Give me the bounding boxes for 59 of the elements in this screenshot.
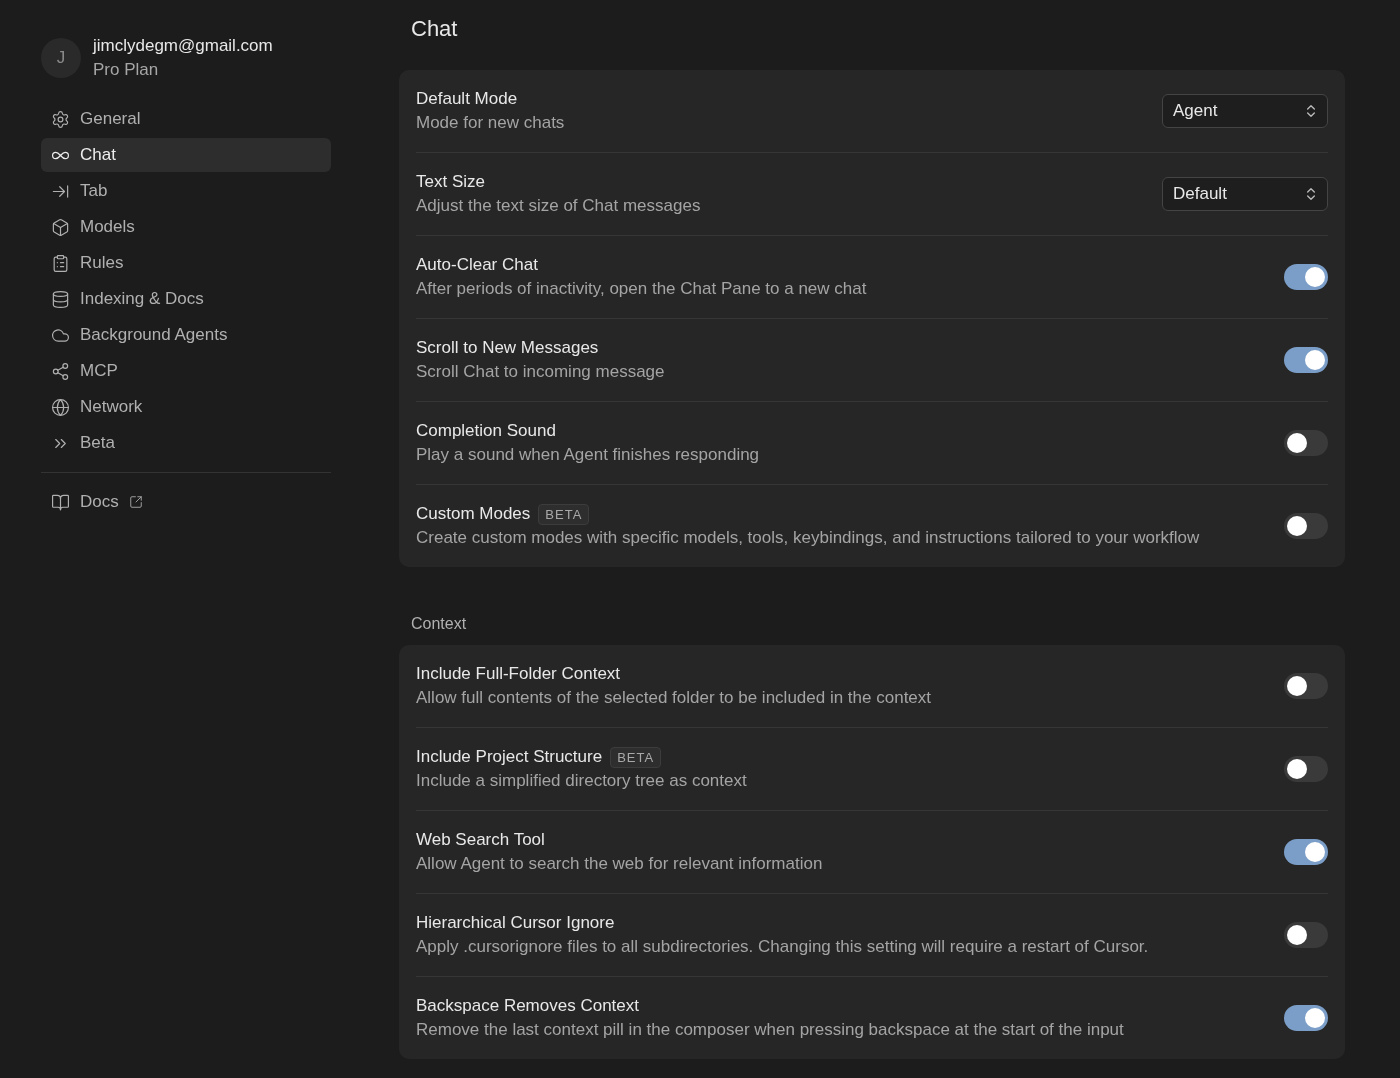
toggle-switch[interactable] [1284, 922, 1328, 948]
plan-label: Pro Plan [93, 59, 160, 81]
setting-title: Text Size [416, 171, 485, 193]
setting-title: Scroll to New Messages [416, 337, 599, 359]
cube-icon [51, 217, 70, 237]
select-dropdown[interactable]: Default [1162, 177, 1328, 211]
sidebar-item[interactable]: Rules [41, 246, 331, 280]
toggle-switch[interactable] [1284, 839, 1328, 865]
setting-title: Include Project Structure [416, 746, 603, 768]
setting-description: Play a sound when Agent finishes responding [416, 444, 761, 466]
select-dropdown[interactable]: Agent [1162, 94, 1328, 128]
beta-badge: BETA [538, 503, 590, 525]
sidebar-item[interactable]: Network [41, 390, 331, 424]
docs-link[interactable]: Docs [41, 485, 331, 519]
sidebar-item[interactable]: MCP [41, 354, 331, 388]
toggle-switch[interactable] [1284, 1005, 1328, 1031]
avatar: J [41, 38, 81, 78]
setting-title: Default Mode [416, 88, 518, 110]
setting-description: Allow full contents of the selected folder to be included in the context [416, 687, 933, 709]
database-icon [51, 289, 70, 309]
setting-title: Web Search Tool [416, 829, 545, 851]
clipboard-icon [51, 253, 70, 273]
sidebar-item[interactable]: Models [41, 210, 331, 244]
setting-description: Create custom modes with specific models, tools, keybindings, and instructions tailored to your workflow [416, 527, 1201, 549]
sidebar-item[interactable]: Chat [41, 138, 331, 172]
setting-description: Adjust the text size of Chat messages [416, 195, 702, 217]
gear-icon [51, 109, 70, 129]
globe-icon [51, 397, 70, 417]
toggle-switch[interactable] [1284, 513, 1328, 539]
external-link-icon [128, 495, 143, 509]
toggle-switch[interactable] [1284, 264, 1328, 290]
sidebar-item[interactable]: Beta [41, 426, 331, 460]
sidebar-item[interactable]: Tab [41, 174, 331, 208]
setting-description: After periods of inactivity, open the Chat Pane to a new chat [416, 278, 868, 300]
setting-title: Completion Sound [416, 420, 556, 442]
book-icon [51, 492, 70, 512]
sidebar-item[interactable]: Background Agents [41, 318, 331, 352]
setting-title: Backspace Removes Context [416, 995, 639, 1017]
nodes-icon [51, 361, 70, 381]
setting-title: Auto-Clear Chat [416, 254, 538, 276]
setting-title: Custom Modes [416, 503, 531, 525]
setting-description: Mode for new chats [416, 112, 566, 134]
setting-description: Scroll Chat to incoming message [416, 361, 666, 383]
setting-title: Hierarchical Cursor Ignore [416, 912, 615, 934]
toggle-switch[interactable] [1284, 673, 1328, 699]
page-title: Chat [411, 16, 459, 42]
setting-description: Include a simplified directory tree as context [416, 770, 748, 792]
toggle-switch[interactable] [1284, 347, 1328, 373]
account-email: jimclydegm@gmail.com [93, 35, 273, 57]
sidebar-item[interactable]: Indexing & Docs [41, 282, 331, 316]
setting-title: Include Full-Folder Context [416, 663, 621, 685]
sidebar-item[interactable]: General [41, 102, 331, 136]
toggle-switch[interactable] [1284, 430, 1328, 456]
beta-badge: BETA [610, 746, 662, 768]
setting-description: Apply .cursorignore files to all subdirectories. Changing this setting will require a restart of Cursor. [416, 936, 1150, 958]
setting-description: Allow Agent to search the web for relevant information [416, 853, 824, 875]
section-heading: Context [411, 615, 468, 633]
setting-description: Remove the last context pill in the composer when pressing backspace at the start of the input [416, 1019, 1125, 1041]
toggle-switch[interactable] [1284, 756, 1328, 782]
